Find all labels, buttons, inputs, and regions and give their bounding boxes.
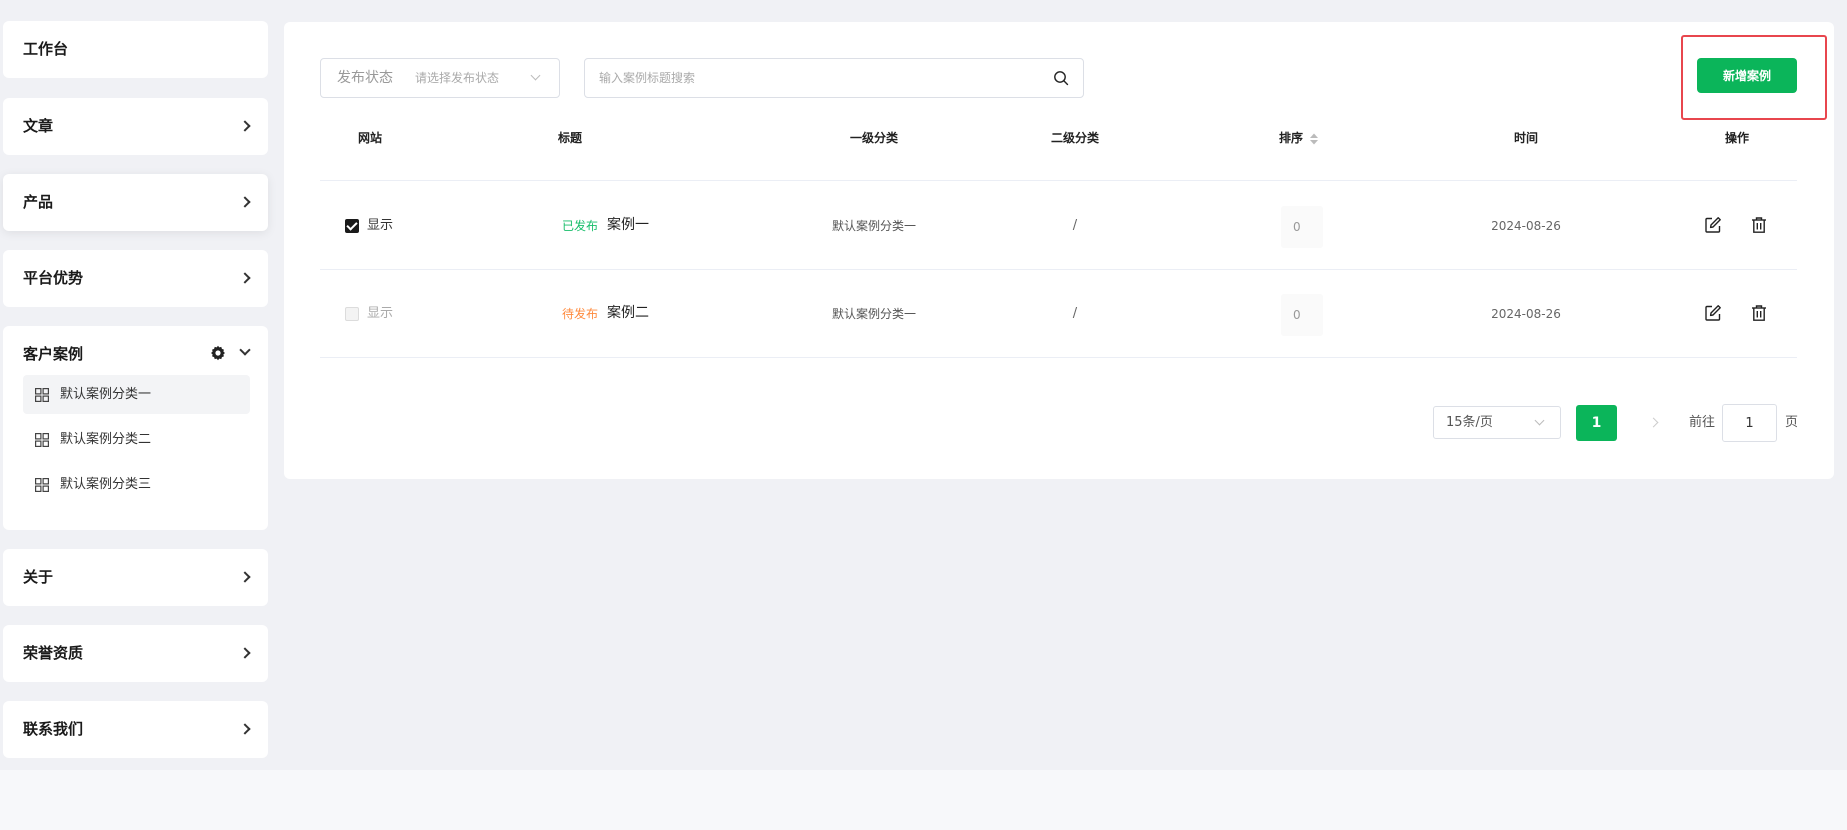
sidebar-subitem-case-category-2[interactable]: 默认案例分类二 xyxy=(23,420,250,459)
sidebar-item-label: 产品 xyxy=(23,193,54,211)
chevron-right-icon xyxy=(239,571,251,583)
search-box xyxy=(584,58,1084,98)
chevron-down-icon xyxy=(1534,415,1545,426)
site-label: 显示 xyxy=(367,218,394,233)
status-select-label: 发布状态 xyxy=(337,70,393,86)
goto-suffix: 页 xyxy=(1785,415,1799,430)
date-cell: 2024-08-26 xyxy=(1491,307,1561,321)
footer-area xyxy=(0,770,1847,830)
chevron-right-icon xyxy=(239,120,251,132)
sidebar-item-articles[interactable]: 文章 xyxy=(3,98,268,155)
goto-prefix: 前往 xyxy=(1689,415,1716,430)
column-header-category2: 二级分类 xyxy=(1050,131,1099,145)
sidebar-item-honors[interactable]: 荣誉资质 xyxy=(3,625,268,682)
category2-cell: / xyxy=(1072,218,1078,233)
chevron-right-icon xyxy=(239,647,251,659)
status-badge: 待发布 xyxy=(562,307,599,321)
main-panel: 发布状态 请选择发布状态 新增案例 网站 标题 一级分类 二级分类 排序 时间 … xyxy=(284,22,1834,479)
chevron-right-icon xyxy=(239,196,251,208)
case-title[interactable]: 案例二 xyxy=(607,303,649,323)
sidebar-item-label: 文章 xyxy=(23,117,54,135)
sidebar-item-products[interactable]: 产品 xyxy=(3,174,268,231)
sidebar-subitem-label: 默认案例分类二 xyxy=(60,432,152,447)
status-badge: 已发布 xyxy=(562,219,599,233)
status-select[interactable]: 发布状态 请选择发布状态 xyxy=(320,58,560,98)
sidebar-subitem-case-category-1[interactable]: 默认案例分类一 xyxy=(23,375,250,414)
sidebar-item-label: 关于 xyxy=(23,568,54,586)
page-size-select[interactable]: 15条/页 xyxy=(1433,406,1561,439)
column-header-title: 标题 xyxy=(557,131,582,145)
date-cell: 2024-08-26 xyxy=(1491,219,1561,233)
add-case-button[interactable]: 新增案例 xyxy=(1697,58,1797,93)
column-header-sort-label: 排序 xyxy=(1278,131,1303,145)
grid-icon xyxy=(35,388,49,402)
sidebar-item-label: 工作台 xyxy=(23,40,69,58)
sidebar-subitem-case-category-3[interactable]: 默认案例分类三 xyxy=(23,465,250,504)
grid-icon xyxy=(35,433,49,447)
sidebar-item-label: 荣誉资质 xyxy=(23,644,84,662)
sort-input[interactable]: 0 xyxy=(1281,294,1323,336)
sidebar-item-label: 联系我们 xyxy=(23,720,84,738)
grid-icon xyxy=(35,478,49,492)
gear-icon[interactable] xyxy=(210,345,226,361)
row-divider xyxy=(320,357,1797,358)
column-header-site: 网站 xyxy=(357,131,382,145)
site-checkbox[interactable] xyxy=(345,219,359,233)
site-label: 显示 xyxy=(367,306,394,321)
search-input[interactable] xyxy=(599,59,1039,97)
status-select-placeholder: 请选择发布状态 xyxy=(415,71,500,85)
chevron-right-icon xyxy=(239,723,251,735)
category1-cell: 默认案例分类一 xyxy=(831,219,916,233)
edit-icon[interactable] xyxy=(1704,304,1722,322)
row-divider xyxy=(320,269,1797,270)
sidebar-item-workbench[interactable]: 工作台 xyxy=(3,21,268,78)
sidebar-item-label: 平台优势 xyxy=(23,269,84,287)
column-header-actions: 操作 xyxy=(1724,131,1749,145)
edit-icon[interactable] xyxy=(1704,216,1722,234)
goto-page-input[interactable] xyxy=(1722,404,1777,442)
search-icon[interactable] xyxy=(1053,70,1069,86)
sort-icon[interactable] xyxy=(1309,133,1319,145)
chevron-down-icon[interactable] xyxy=(239,344,251,356)
sort-input[interactable]: 0 xyxy=(1281,206,1323,248)
sidebar-subitem-label: 默认案例分类三 xyxy=(60,477,152,492)
column-header-sort[interactable]: 排序 xyxy=(1249,120,1349,156)
category2-cell: / xyxy=(1072,306,1078,321)
sidebar-group-cases: 客户案例 默认案例分类一 默认案例分类二 默认案例分类三 xyxy=(3,326,268,530)
delete-icon[interactable] xyxy=(1750,304,1768,322)
case-title[interactable]: 案例一 xyxy=(607,215,649,235)
table-header-divider xyxy=(320,180,1797,181)
page-size-value: 15条/页 xyxy=(1446,415,1493,430)
sidebar-item-advantages[interactable]: 平台优势 xyxy=(3,250,268,307)
page-number-current[interactable]: 1 xyxy=(1576,405,1617,441)
next-page-icon[interactable] xyxy=(1648,417,1659,428)
sidebar-subitem-label: 默认案例分类一 xyxy=(60,387,152,402)
column-header-category1: 一级分类 xyxy=(849,131,898,145)
column-header-time: 时间 xyxy=(1513,131,1538,145)
chevron-right-icon xyxy=(239,272,251,284)
chevron-down-icon xyxy=(530,70,541,81)
sidebar-item-contact[interactable]: 联系我们 xyxy=(3,701,268,758)
sidebar-item-about[interactable]: 关于 xyxy=(3,549,268,606)
site-checkbox[interactable] xyxy=(345,307,359,321)
category1-cell: 默认案例分类一 xyxy=(831,307,916,321)
delete-icon[interactable] xyxy=(1750,216,1768,234)
